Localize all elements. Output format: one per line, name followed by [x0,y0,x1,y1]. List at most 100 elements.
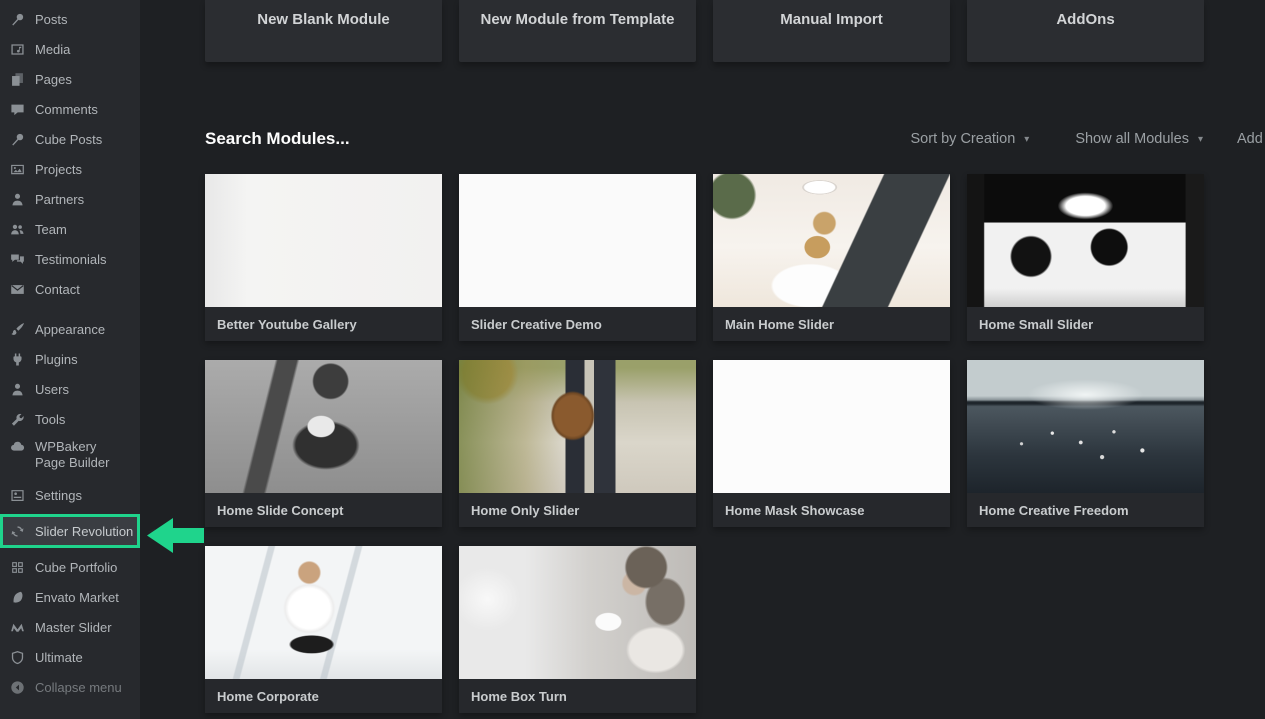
revolution-icon [10,524,25,539]
module-title: Home Corporate [217,689,319,704]
module-card[interactable]: Home Only Slider [459,360,696,527]
sidebar-item-label: Ultimate [35,650,83,665]
new-module-from-template-button[interactable]: New Module from Template [459,0,696,62]
plug-icon [10,352,25,367]
sort-dropdown-label: Sort by Creation [911,131,1016,147]
module-thumbnail[interactable] [459,174,696,307]
sidebar-item-cube-portfolio[interactable]: Cube Portfolio [0,552,140,582]
sidebar-item-comments[interactable]: Comments [0,94,140,124]
sidebar-item-label: Team [35,222,67,237]
module-card[interactable]: Main Home Slider [713,174,950,341]
main-content: New Blank Module New Module from Templat… [140,0,1265,719]
sidebar-item-posts[interactable]: Posts [0,4,140,34]
modules-grid: Better Youtube Gallery Slider Creative D… [205,174,1204,713]
cloud-icon [10,439,25,454]
sidebar-item-projects[interactable]: Projects [0,154,140,184]
sidebar-item-label: Posts [35,12,68,27]
sidebar-item-partners[interactable]: Partners [0,184,140,214]
pages-icon [10,72,25,87]
filter-dropdown[interactable]: Show all Modules ▾ [1075,131,1203,147]
module-title: Main Home Slider [725,317,834,332]
wrench-icon [10,412,25,427]
pin-icon [10,132,25,147]
sidebar-item-tools[interactable]: Tools [0,404,140,434]
module-title: Better Youtube Gallery [217,317,357,332]
sidebar-item-label: Media [35,42,70,57]
sidebar-item-ultimate[interactable]: Ultimate [0,642,140,672]
sidebar-item-label: Cube Portfolio [35,560,117,575]
addons-button[interactable]: AddOns [967,0,1204,62]
image-icon [10,162,25,177]
sidebar-item-label: Master Slider [35,620,112,635]
module-thumbnail[interactable] [205,360,442,493]
settings-icon [10,488,25,503]
chevron-down-icon: ▾ [1198,134,1203,145]
sidebar-item-label: Comments [35,102,98,117]
person-icon [10,192,25,207]
module-title: Home Creative Freedom [979,503,1129,518]
module-card[interactable]: Slider Creative Demo [459,174,696,341]
filter-dropdown-label: Show all Modules [1075,131,1189,147]
collapse-icon [10,680,25,695]
mail-icon [10,282,25,297]
sidebar-item-pages[interactable]: Pages [0,64,140,94]
sidebar-item-collapse-menu[interactable]: Collapse menu [0,672,140,702]
sidebar-item-media[interactable]: Media [0,34,140,64]
search-modules-input[interactable] [205,129,535,149]
module-thumbnail[interactable] [713,360,950,493]
sidebar-item-wpbakery[interactable]: WPBakery Page Builder [0,434,140,480]
module-card[interactable]: Home Slide Concept [205,360,442,527]
sidebar-item-label: Cube Posts [35,132,102,147]
sidebar-item-users[interactable]: Users [0,374,140,404]
module-card[interactable]: Home Box Turn [459,546,696,713]
module-card[interactable]: Home Creative Freedom [967,360,1204,527]
module-title: Slider Creative Demo [471,317,602,332]
module-card[interactable]: Better Youtube Gallery [205,174,442,341]
module-title: Home Mask Showcase [725,503,864,518]
chat-bubbles-icon [10,252,25,267]
sidebar-item-cube-posts[interactable]: Cube Posts [0,124,140,154]
module-card[interactable]: Home Mask Showcase [713,360,950,527]
module-title: Home Slide Concept [217,503,343,518]
add-button[interactable]: Add [1237,131,1263,147]
module-thumbnail[interactable] [459,360,696,493]
sidebar-item-settings[interactable]: Settings [0,480,140,510]
module-thumbnail[interactable] [967,360,1204,493]
sidebar-item-testimonials[interactable]: Testimonials [0,244,140,274]
module-title: Home Small Slider [979,317,1093,332]
leaf-icon [10,590,25,605]
sidebar-item-appearance[interactable]: Appearance [0,314,140,344]
media-icon [10,42,25,57]
sidebar-item-plugins[interactable]: Plugins [0,344,140,374]
module-thumbnail[interactable] [205,174,442,307]
new-blank-module-button[interactable]: New Blank Module [205,0,442,62]
sidebar-item-label: WPBakery Page Builder [35,439,127,471]
module-title: Home Box Turn [471,689,567,704]
module-actions: New Blank Module New Module from Templat… [205,0,1204,62]
module-thumbnail[interactable] [459,546,696,679]
brush-icon [10,322,25,337]
grid-icon [10,560,25,575]
sidebar-item-label: Appearance [35,322,105,337]
shield-icon [10,650,25,665]
sidebar-item-label: Pages [35,72,72,87]
module-thumbnail[interactable] [967,174,1204,307]
person-icon [10,382,25,397]
module-thumbnail[interactable] [205,546,442,679]
sidebar-item-envato-market[interactable]: Envato Market [0,582,140,612]
manual-import-button[interactable]: Manual Import [713,0,950,62]
sidebar-item-label: Envato Market [35,590,119,605]
module-card[interactable]: Home Small Slider [967,174,1204,341]
sidebar-item-label: Settings [35,488,82,503]
sidebar-item-team[interactable]: Team [0,214,140,244]
module-card[interactable]: Home Corporate [205,546,442,713]
sidebar-item-label: Users [35,382,69,397]
sort-dropdown[interactable]: Sort by Creation▾ [911,131,1030,147]
sidebar-item-slider-revolution[interactable]: Slider Revolution◀ [0,514,140,548]
module-title: Home Only Slider [471,503,579,518]
sidebar-item-contact[interactable]: Contact [0,274,140,304]
module-thumbnail[interactable] [713,174,950,307]
sidebar-item-master-slider[interactable]: Master Slider [0,612,140,642]
pin-icon [10,12,25,27]
admin-sidebar: Posts Media Pages Comments Cube Posts Pr… [0,0,140,719]
